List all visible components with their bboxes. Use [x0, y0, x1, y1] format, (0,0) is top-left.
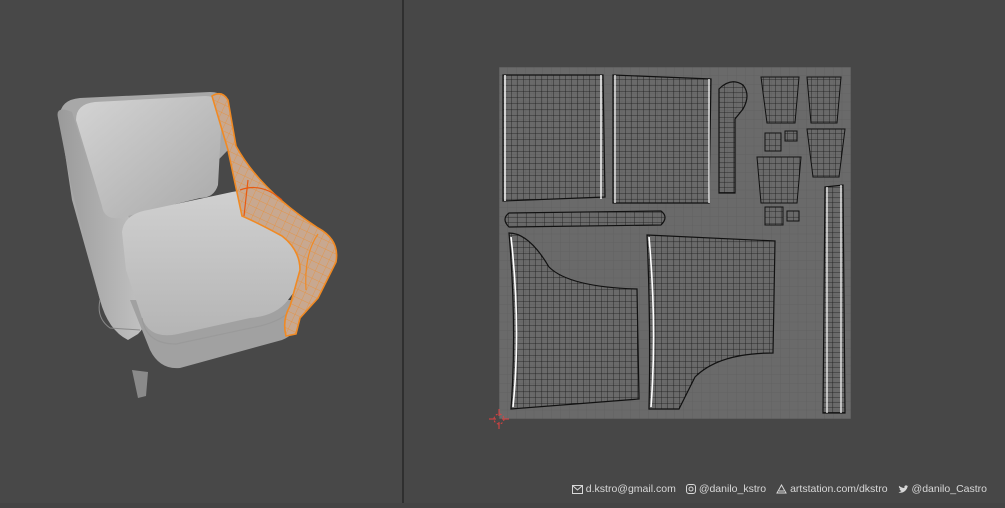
- artstation-text: artstation.com/dkstro: [790, 483, 888, 495]
- armchair-model: [57, 92, 338, 398]
- uv-island-back-right: [612, 74, 712, 204]
- twitter-credit: @danilo_Castro: [898, 483, 987, 495]
- instagram-text: @danilo_kstro: [698, 483, 767, 495]
- uv-island-strip: [504, 210, 666, 228]
- email-credit: d.kstro@gmail.com: [571, 483, 676, 495]
- instagram-icon: [685, 484, 696, 494]
- credits-footer: d.kstro@gmail.com @danilo_kstro artstati…: [571, 483, 987, 495]
- uv-grid[interactable]: [499, 67, 851, 419]
- 2d-cursor-icon[interactable]: [489, 409, 509, 429]
- uv-island-side-strip: [822, 184, 846, 414]
- uv-island-back-left: [502, 74, 606, 202]
- instagram-credit: @danilo_kstro: [685, 483, 767, 495]
- email-text: d.kstro@gmail.com: [585, 483, 676, 495]
- twitter-icon: [898, 484, 909, 493]
- twitter-text: @danilo_Castro: [911, 483, 987, 495]
- artstation-icon: [776, 484, 787, 494]
- mail-icon: [571, 484, 583, 494]
- 3d-viewport[interactable]: [0, 0, 402, 503]
- artstation-credit: artstation.com/dkstro: [776, 483, 888, 495]
